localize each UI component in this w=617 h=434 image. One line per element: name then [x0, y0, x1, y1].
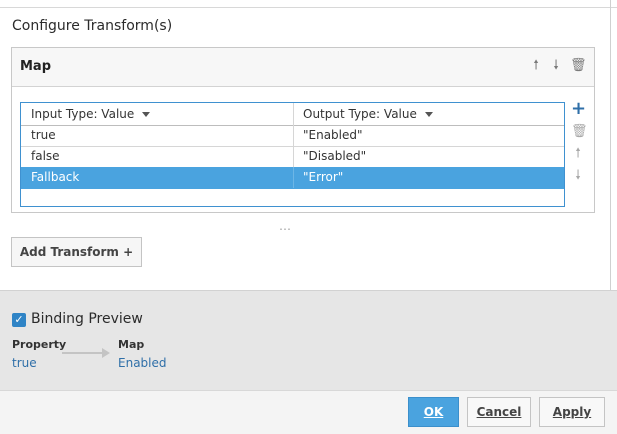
input-cell[interactable]: false: [31, 149, 60, 163]
add-transform-button[interactable]: Add Transform +: [11, 237, 142, 267]
binding-preview-area: ✓ Binding Preview Property true Map Enab…: [0, 290, 617, 391]
resize-handle-icon[interactable]: ⋯: [279, 222, 292, 236]
apply-button[interactable]: Apply: [539, 397, 605, 427]
dropdown-caret-icon[interactable]: [424, 112, 433, 117]
section-title: Configure Transform(s): [12, 18, 173, 34]
binding-preview-title: Binding Preview: [31, 311, 143, 327]
table-row[interactable]: true "Enabled": [21, 125, 564, 147]
scroll-edge: [610, 0, 611, 290]
table-row[interactable]: false "Disabled": [21, 146, 564, 168]
arrow-right-icon: [102, 348, 110, 358]
arrow-line: [62, 352, 102, 354]
cancel-button[interactable]: Cancel: [467, 397, 531, 427]
map-value: Enabled: [118, 356, 167, 370]
move-up-icon[interactable]: 🠕: [529, 58, 543, 74]
delete-row-icon[interactable]: 🗑: [571, 124, 588, 140]
table-row-selected[interactable]: Fallback "Error": [21, 167, 564, 189]
property-value: true: [12, 356, 37, 370]
property-label: Property: [12, 338, 67, 351]
dialog-footer: OK Cancel Apply: [0, 390, 617, 434]
output-cell[interactable]: "Error": [303, 170, 343, 184]
add-row-icon[interactable]: +: [571, 100, 586, 118]
map-title: Map: [20, 59, 52, 74]
top-strip: [0, 0, 617, 8]
move-row-down-icon[interactable]: 🠗: [571, 168, 585, 184]
map-panel-header: Map 🠕 🠗 🗑: [12, 48, 594, 87]
dropdown-caret-icon[interactable]: [142, 112, 151, 117]
map-table: Input Type: Value Output Type: Value tru…: [20, 102, 565, 207]
input-cell[interactable]: Fallback: [31, 170, 79, 184]
move-down-icon[interactable]: 🠗: [549, 58, 563, 74]
column-header-output[interactable]: Output Type: Value: [303, 107, 433, 121]
ok-button[interactable]: OK: [408, 397, 459, 427]
delete-icon[interactable]: 🗑: [570, 58, 587, 74]
binding-preview-checkbox[interactable]: ✓: [12, 313, 26, 327]
input-cell[interactable]: true: [31, 128, 56, 142]
output-cell[interactable]: "Disabled": [303, 149, 366, 163]
table-header: Input Type: Value Output Type: Value: [21, 103, 564, 126]
map-label: Map: [118, 338, 145, 351]
column-header-input[interactable]: Input Type: Value: [31, 107, 151, 121]
move-row-up-icon[interactable]: 🠕: [571, 146, 585, 162]
output-cell[interactable]: "Enabled": [303, 128, 363, 142]
